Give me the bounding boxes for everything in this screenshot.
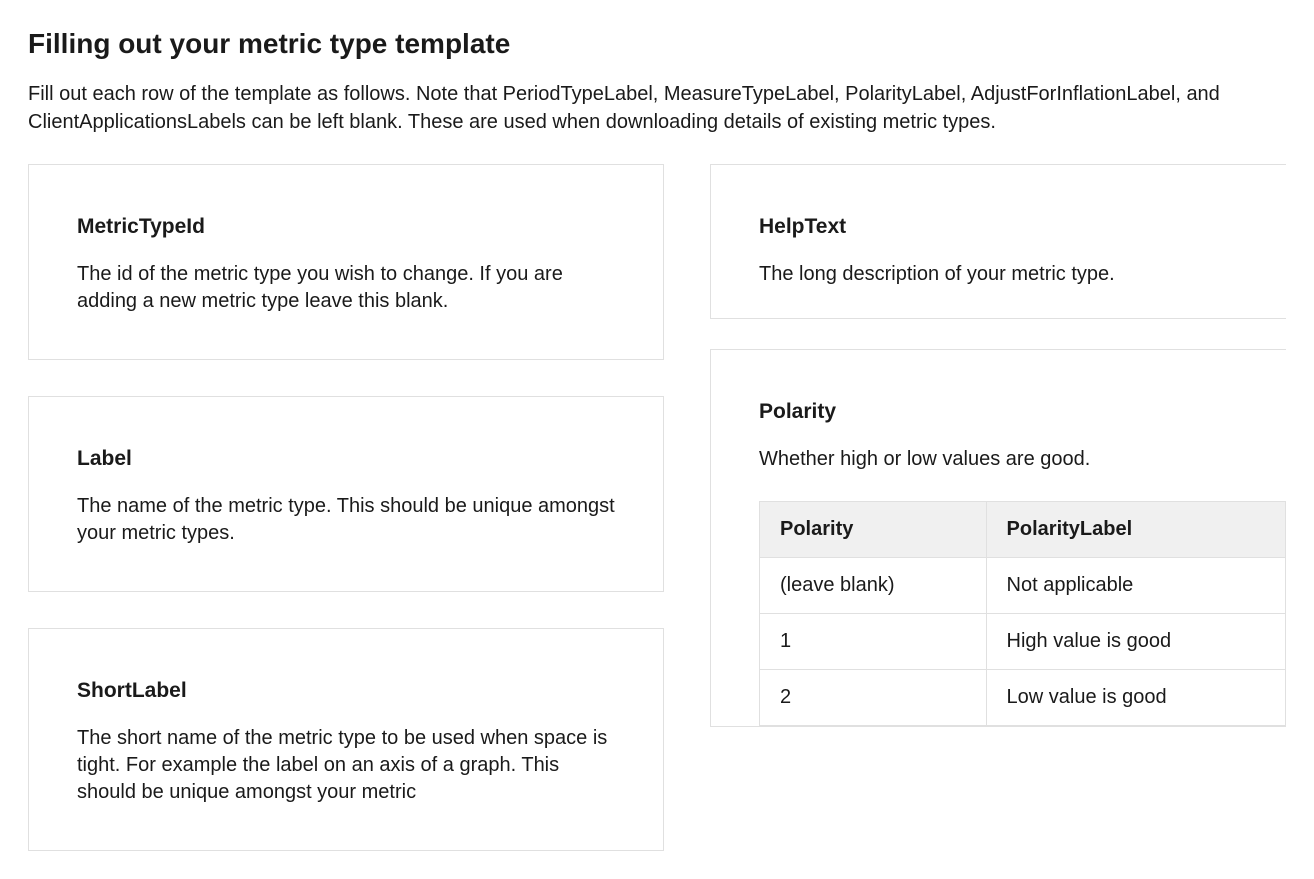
card-desc: The name of the metric type. This should…	[77, 493, 615, 547]
content-columns: MetricTypeId The id of the metric type y…	[28, 164, 1286, 851]
card-title: Polarity	[759, 400, 1286, 424]
table-header-row: Polarity PolarityLabel	[760, 502, 1286, 558]
card-title: HelpText	[759, 215, 1286, 239]
card-title: ShortLabel	[77, 679, 615, 703]
card-desc: The id of the metric type you wish to ch…	[77, 261, 615, 315]
card-desc: Whether high or low values are good.	[759, 446, 1286, 473]
card-label: Label The name of the metric type. This …	[28, 396, 664, 592]
table-header-polarity-label: PolarityLabel	[986, 502, 1285, 558]
card-help-text: HelpText The long description of your me…	[710, 164, 1286, 319]
table-header-polarity: Polarity	[760, 502, 987, 558]
card-desc: The short name of the metric type to be …	[77, 725, 615, 806]
intro-text: Fill out each row of the template as fol…	[28, 80, 1286, 136]
table-cell: Low value is good	[986, 670, 1285, 726]
table-cell: High value is good	[986, 614, 1285, 670]
table-cell: (leave blank)	[760, 558, 987, 614]
table-row: 2 Low value is good	[760, 670, 1286, 726]
page-title: Filling out your metric type template	[28, 28, 1286, 60]
card-metric-type-id: MetricTypeId The id of the metric type y…	[28, 164, 664, 360]
polarity-table: Polarity PolarityLabel (leave blank) Not…	[759, 501, 1286, 726]
table-cell: 1	[760, 614, 987, 670]
card-title: MetricTypeId	[77, 215, 615, 239]
table-cell: Not applicable	[986, 558, 1285, 614]
table-row: (leave blank) Not applicable	[760, 558, 1286, 614]
card-desc: The long description of your metric type…	[759, 261, 1286, 288]
card-title: Label	[77, 447, 615, 471]
left-column: MetricTypeId The id of the metric type y…	[28, 164, 664, 851]
right-column: HelpText The long description of your me…	[710, 164, 1286, 851]
table-cell: 2	[760, 670, 987, 726]
table-row: 1 High value is good	[760, 614, 1286, 670]
card-polarity: Polarity Whether high or low values are …	[710, 349, 1286, 727]
